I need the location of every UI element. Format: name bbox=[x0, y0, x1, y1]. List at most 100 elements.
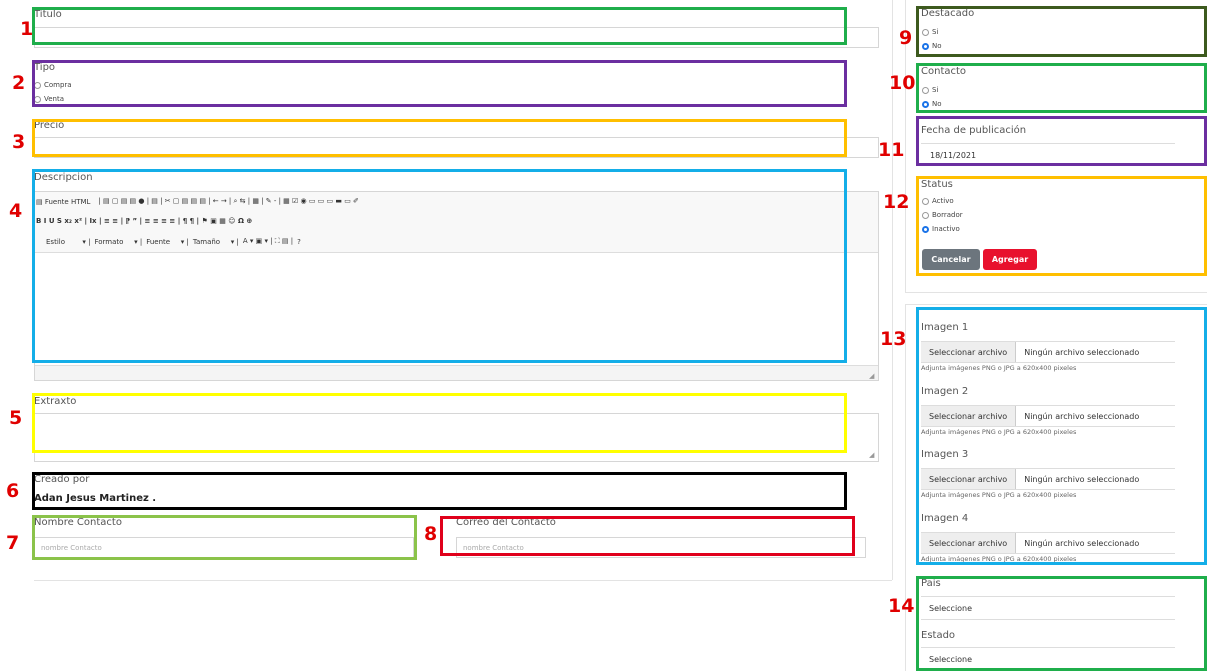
annotation-number-4: 4 bbox=[9, 200, 23, 222]
format-dropdown[interactable]: Formato ▾ | bbox=[94, 238, 142, 246]
image-3-file-input[interactable]: Seleccionar archivo Ningún archivo selecc… bbox=[921, 468, 1175, 490]
annotation-number-10: 10 bbox=[889, 72, 916, 94]
destacado-option-no[interactable]: No bbox=[922, 42, 942, 50]
creado-por-value: Adan Jesus Martinez . bbox=[34, 493, 157, 504]
file-status: Ningún archivo seleccionado bbox=[1024, 474, 1140, 484]
radio-selected-icon bbox=[922, 225, 929, 233]
select-file-button[interactable]: Seleccionar archivo bbox=[921, 469, 1017, 489]
annotation-number-6: 6 bbox=[6, 480, 20, 502]
editor-toolbar-row-1: ▤ Fuente HTML | ▤ ▢ ▤ ▤ ● | ▤ | ✂ ▢ ▤ ▤ … bbox=[36, 197, 363, 206]
highlight-box-2 bbox=[32, 60, 847, 107]
pais-select[interactable]: Seleccione bbox=[921, 596, 1175, 620]
image-2-file-input[interactable]: Seleccionar archivo Ningún archivo selecc… bbox=[921, 405, 1175, 427]
editor-toolbar-row-3: Estilo ▾ | Formato ▾ | Fuente ▾ | Tamaño… bbox=[46, 237, 305, 246]
radio-selected-icon bbox=[922, 100, 929, 108]
destacado-option-label: No bbox=[932, 42, 942, 50]
radio-selected-icon bbox=[922, 42, 929, 50]
format-buttons[interactable]: B I U S x₂ x² | Ix | ≡ ≡ | ⁋ ” | ≡ ≡ ≡ ≡… bbox=[36, 217, 252, 225]
tipo-option-label: Compra bbox=[44, 81, 72, 89]
annotation-number-12: 12 bbox=[883, 191, 910, 213]
image-2-label: Imagen 2 bbox=[921, 386, 969, 397]
image-4-hint: Adjunta imágenes PNG o JPG a 620x400 pix… bbox=[921, 555, 1077, 563]
resize-handle-icon[interactable]: ◢ bbox=[869, 372, 874, 380]
tipo-option-label: Venta bbox=[44, 95, 65, 103]
contacto-label: Contacto bbox=[921, 66, 967, 77]
image-4-file-input[interactable]: Seleccionar archivo Ningún archivo selecc… bbox=[921, 532, 1175, 554]
highlight-box-6 bbox=[32, 472, 847, 510]
titulo-label: Titulo bbox=[34, 9, 62, 20]
image-1-hint: Adjunta imágenes PNG o JPG a 620x400 pix… bbox=[921, 364, 1077, 372]
descripcion-label: Descripcion bbox=[34, 172, 93, 183]
add-button[interactable]: Agregar bbox=[983, 249, 1037, 270]
precio-input[interactable] bbox=[34, 137, 879, 158]
status-option-activo[interactable]: Activo bbox=[922, 197, 954, 205]
editor-toolbar-row-2: B I U S x₂ x² | Ix | ≡ ≡ | ⁋ ” | ≡ ≡ ≡ ≡… bbox=[36, 217, 256, 225]
tipo-option-compra[interactable]: Compra bbox=[34, 81, 72, 89]
annotation-number-8: 8 bbox=[424, 523, 438, 545]
annotation-number-1: 1 bbox=[20, 18, 34, 40]
status-option-borrador[interactable]: Borrador bbox=[922, 211, 963, 219]
source-html-button[interactable]: ▤ Fuente HTML bbox=[36, 198, 94, 206]
nombre-contacto-input[interactable]: nombre Contacto bbox=[34, 537, 414, 558]
creado-por-label: Creado por bbox=[34, 474, 90, 485]
size-dropdown[interactable]: Tamaño ▾ | bbox=[193, 238, 239, 246]
estado-select[interactable]: Seleccione bbox=[921, 647, 1175, 671]
radio-icon bbox=[922, 197, 929, 205]
extracto-label: Extraxto bbox=[34, 396, 77, 407]
help-button[interactable]: ? bbox=[297, 238, 301, 246]
select-file-button[interactable]: Seleccionar archivo bbox=[921, 533, 1017, 553]
status-option-inactivo[interactable]: Inactivo bbox=[922, 225, 960, 233]
fecha-input[interactable]: 18/11/2021 bbox=[921, 143, 1175, 165]
sidebar-panel-2-top bbox=[905, 304, 1207, 305]
image-1-file-input[interactable]: Seleccionar archivo Ningún archivo selecc… bbox=[921, 341, 1175, 363]
contacto-option-no[interactable]: No bbox=[922, 100, 942, 108]
destacado-option-label: Si bbox=[932, 28, 939, 36]
cancel-button[interactable]: Cancelar bbox=[922, 249, 980, 270]
fecha-label: Fecha de publicación bbox=[921, 125, 1027, 136]
font-dropdown[interactable]: Fuente ▾ | bbox=[146, 238, 189, 246]
editor-content-area[interactable] bbox=[35, 254, 878, 365]
tipo-option-venta[interactable]: Venta bbox=[34, 95, 64, 103]
radio-icon bbox=[34, 81, 41, 89]
destacado-label: Destacado bbox=[921, 8, 975, 19]
contacto-option-label: Si bbox=[932, 86, 939, 94]
status-option-label: Inactivo bbox=[932, 225, 960, 233]
correo-contacto-label: Correo del Contacto bbox=[456, 517, 556, 528]
contacto-option-label: No bbox=[932, 100, 942, 108]
main-panel-bottom-border bbox=[34, 580, 892, 581]
annotation-number-7: 7 bbox=[6, 532, 20, 554]
text-color-button[interactable]: A ▾ ▣ ▾ | ⛶ ▤ | bbox=[243, 237, 293, 246]
titulo-input[interactable] bbox=[34, 27, 879, 48]
correo-contacto-input[interactable]: nombre Contacto bbox=[456, 537, 866, 558]
select-file-button[interactable]: Seleccionar archivo bbox=[921, 406, 1017, 426]
pais-label: Pais bbox=[921, 578, 941, 589]
radio-icon bbox=[34, 95, 41, 103]
annotation-number-3: 3 bbox=[12, 131, 26, 153]
annotation-number-14: 14 bbox=[888, 595, 915, 617]
radio-icon bbox=[922, 28, 929, 36]
extracto-textarea[interactable] bbox=[34, 413, 879, 462]
destacado-option-si[interactable]: Si bbox=[922, 28, 938, 36]
toolbar-icons-group-1[interactable]: | ▤ ▢ ▤ ▤ ● | ▤ | ✂ ▢ ▤ ▤ ▤ | ← → | ⌕ ⇆ … bbox=[98, 197, 358, 206]
sidebar-panel-1-bottom bbox=[905, 292, 1207, 293]
file-status: Ningún archivo seleccionado bbox=[1024, 347, 1140, 357]
select-file-button[interactable]: Seleccionar archivo bbox=[921, 342, 1017, 362]
annotation-number-9: 9 bbox=[899, 27, 913, 49]
annotation-number-13: 13 bbox=[880, 328, 907, 350]
contacto-option-si[interactable]: Si bbox=[922, 86, 938, 94]
file-status: Ningún archivo seleccionado bbox=[1024, 538, 1140, 548]
precio-label: Precio bbox=[34, 120, 65, 131]
annotation-number-2: 2 bbox=[12, 72, 26, 94]
file-status: Ningún archivo seleccionado bbox=[1024, 411, 1140, 421]
nombre-contacto-label: Nombre Contacto bbox=[34, 517, 122, 528]
editor-status-bar bbox=[35, 365, 878, 380]
textarea-resize-icon[interactable]: ◢ bbox=[869, 451, 874, 459]
image-2-hint: Adjunta imágenes PNG o JPG a 620x400 pix… bbox=[921, 428, 1077, 436]
annotation-number-11: 11 bbox=[878, 139, 905, 161]
radio-icon bbox=[922, 86, 929, 94]
tipo-label: Tipo bbox=[34, 62, 56, 73]
style-dropdown[interactable]: Estilo ▾ | bbox=[46, 238, 90, 246]
image-1-label: Imagen 1 bbox=[921, 322, 969, 333]
status-label: Status bbox=[921, 179, 953, 190]
image-4-label: Imagen 4 bbox=[921, 513, 969, 524]
